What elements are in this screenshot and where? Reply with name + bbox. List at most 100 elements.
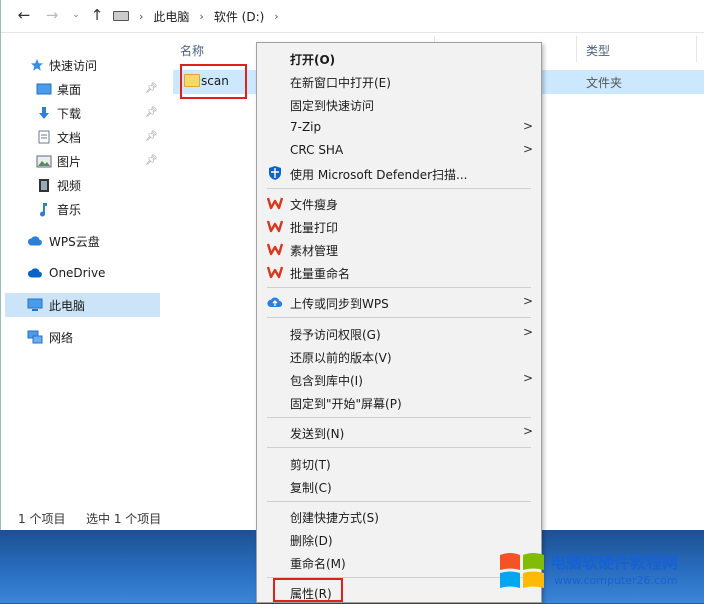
pin-icon[interactable]: 📌︎ [145,131,158,143]
menu-separator [267,188,531,189]
menu-item-grant-access[interactable]: 授予访问权限(G) > [257,322,541,345]
menu-separator [267,501,531,502]
sidebar-item-quick-access[interactable]: 快速访问 [1,53,161,77]
sidebar-item-label: OneDrive [49,266,106,280]
sidebar-item-label: 此电脑 [49,298,86,313]
drive-icon [113,11,129,21]
sidebar-item-documents[interactable]: 文档 📌︎ [1,125,161,149]
star-icon [29,57,45,73]
sidebar-item-label: 快速访问 [49,58,98,73]
menu-item-7zip[interactable]: 7-Zip > [257,116,541,139]
submenu-chevron-icon: > [523,371,534,385]
menu-item-cut[interactable]: 剪切(T) [257,452,541,475]
menu-item-create-shortcut[interactable]: 创建快捷方式(S) [257,505,541,528]
breadcrumb-separator-icon[interactable]: › [274,10,278,23]
cloud-upload-icon [267,294,283,310]
wps-icon [267,195,283,211]
wps-icon [267,218,283,234]
sidebar-item-label: 文档 [57,130,82,145]
column-header-type[interactable]: 类型 [586,42,610,59]
pin-icon[interactable]: 📌︎ [145,83,158,95]
music-note-icon [36,201,52,217]
submenu-chevron-icon: > [523,119,534,133]
breadcrumb-separator-icon[interactable]: › [139,10,143,23]
sidebar-item-label: 图片 [57,154,82,169]
menu-item-asset-manage[interactable]: 素材管理 [257,238,541,261]
breadcrumb-item[interactable]: 此电脑 [153,8,189,25]
desktop-icon [36,81,52,97]
sidebar-item-onedrive[interactable]: OneDrive [1,261,161,285]
sidebar-item-label: 网络 [49,330,74,345]
document-icon [36,129,52,145]
menu-separator [267,417,531,418]
breadcrumb-item[interactable]: 软件 (D:) [214,8,264,25]
column-header-name[interactable]: 名称 [180,42,204,59]
submenu-chevron-icon: > [523,294,534,308]
menu-separator [267,447,531,448]
menu-item-defender-scan[interactable]: 使用 Microsoft Defender扫描... [257,162,541,185]
menu-item-copy[interactable]: 复制(C) [257,475,541,498]
sidebar-item-label: 音乐 [57,202,82,217]
sidebar-item-downloads[interactable]: 下载 📌︎ [1,101,161,125]
column-divider[interactable] [696,36,697,62]
forward-arrow-icon[interactable]: → [43,6,61,24]
windows-logo-icon [500,553,544,588]
submenu-chevron-icon: > [523,142,534,156]
breadcrumb-separator-icon[interactable]: › [199,10,203,23]
menu-item-batch-rename[interactable]: 批量重命名 [257,261,541,284]
item-count: 1 个项目 [18,512,66,526]
picture-icon [36,153,52,169]
submenu-chevron-icon: > [523,424,534,438]
submenu-chevron-icon: > [523,325,534,339]
menu-separator [267,287,531,288]
sidebar-item-label: 视频 [57,178,82,193]
menu-item-file-slim[interactable]: 文件瘦身 [257,192,541,215]
sidebar-item-label: WPS云盘 [49,234,100,249]
pin-icon[interactable]: 📌︎ [145,107,158,119]
navigation-pane: 快速访问 桌面 📌︎ 下载 📌︎ 文档 📌︎ 图片 📌︎ 视频 音乐 WPS云盘… [1,33,163,503]
annotation-highlight-box [273,578,343,602]
sidebar-item-this-pc[interactable]: 此电脑 [5,293,160,317]
menu-item-include-library[interactable]: 包含到库中(I) > [257,368,541,391]
sidebar-item-music[interactable]: 音乐 [1,197,161,221]
menu-item-pin-quick-access[interactable]: 固定到快速访问 [257,93,541,116]
film-icon [36,177,52,193]
selected-count: 选中 1 个项目 [86,512,162,526]
sidebar-item-pictures[interactable]: 图片 📌︎ [1,149,161,173]
computer-icon [27,297,43,313]
watermark: 电脑软硬件教程网 www.computer26.com [498,547,698,595]
sidebar-item-label: 下载 [57,106,82,121]
menu-item-open[interactable]: 打开(O) [257,47,541,70]
breadcrumb: › 此电脑 › 软件 (D:) › [113,7,279,25]
up-arrow-icon[interactable]: ↑ [88,6,106,24]
watermark-title: 电脑软硬件教程网 [550,553,679,572]
sidebar-item-videos[interactable]: 视频 [1,173,161,197]
sidebar-item-network[interactable]: 网络 [1,325,161,349]
recent-locations-chevron-icon[interactable]: ⌄ [67,6,85,24]
menu-item-open-new-window[interactable]: 在新窗口中打开(E) [257,70,541,93]
column-divider[interactable] [576,36,577,62]
menu-item-upload-wps[interactable]: 上传或同步到WPS > [257,291,541,314]
menu-item-send-to[interactable]: 发送到(N) > [257,421,541,444]
menu-item-pin-start[interactable]: 固定到"开始"屏幕(P) [257,391,541,414]
network-icon [27,329,43,345]
menu-separator [267,317,531,318]
context-menu: 打开(O) 在新窗口中打开(E) 固定到快速访问 7-Zip > CRC SHA >… [256,42,542,603]
defender-shield-icon [267,165,283,181]
onedrive-cloud-icon [27,265,43,281]
sidebar-item-wps-cloud[interactable]: WPS云盘 [1,229,161,253]
menu-item-batch-print[interactable]: 批量打印 [257,215,541,238]
menu-item-restore-versions[interactable]: 还原以前的版本(V) [257,345,541,368]
menu-item-crc-sha[interactable]: CRC SHA > [257,139,541,162]
wps-icon [267,264,283,280]
cloud-icon [27,233,43,249]
download-arrow-icon [36,105,52,121]
annotation-highlight-box [180,64,247,99]
address-bar: ← → ⌄ ↑ › 此电脑 › 软件 (D:) › [1,0,704,33]
sidebar-item-label: 桌面 [57,82,82,97]
back-arrow-icon[interactable]: ← [15,6,33,24]
wps-icon [267,241,283,257]
sidebar-item-desktop[interactable]: 桌面 📌︎ [1,77,161,101]
pin-icon[interactable]: 📌︎ [145,155,158,167]
watermark-url: www.computer26.com [554,574,678,587]
